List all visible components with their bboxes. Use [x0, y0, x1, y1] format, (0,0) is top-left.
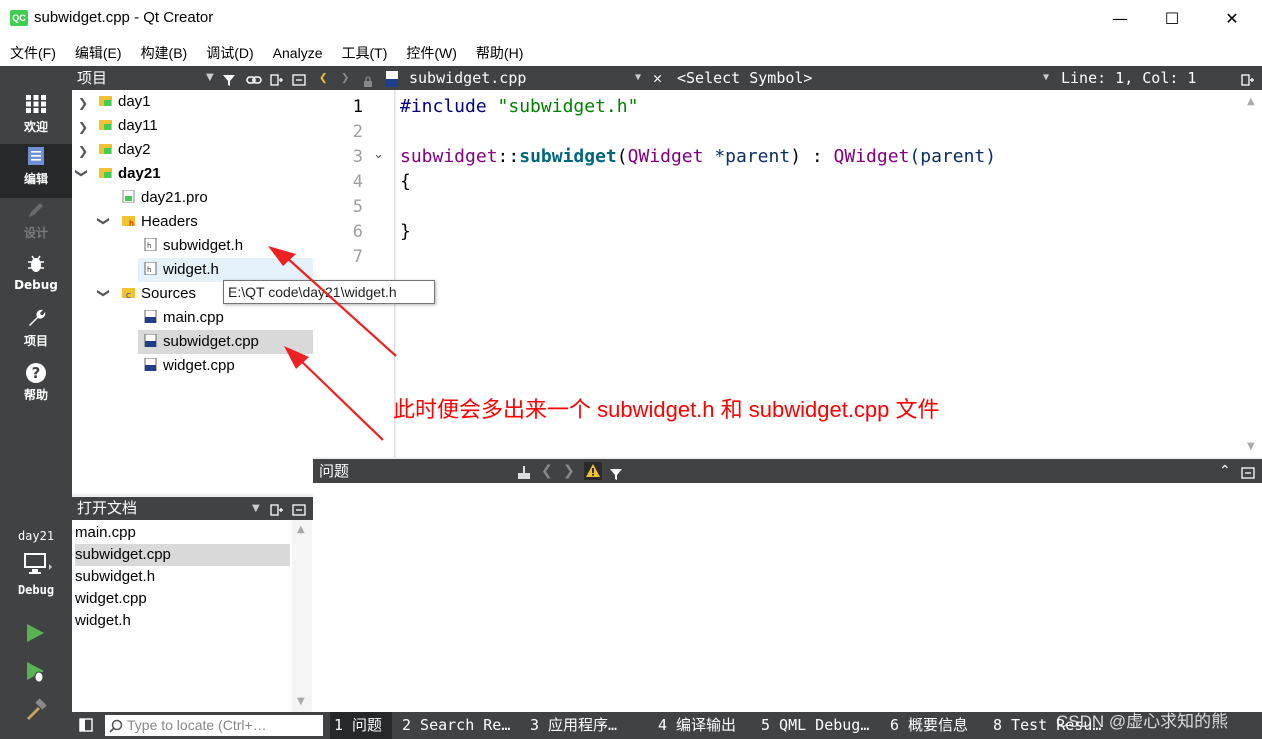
annotation-text: 此时便会多出来一个 subwidget.h 和 subwidget.cpp 文件 [393, 397, 940, 422]
watermark: CSDN @虚心求知的熊 [1056, 712, 1229, 731]
annotation-arrows [268, 246, 397, 441]
